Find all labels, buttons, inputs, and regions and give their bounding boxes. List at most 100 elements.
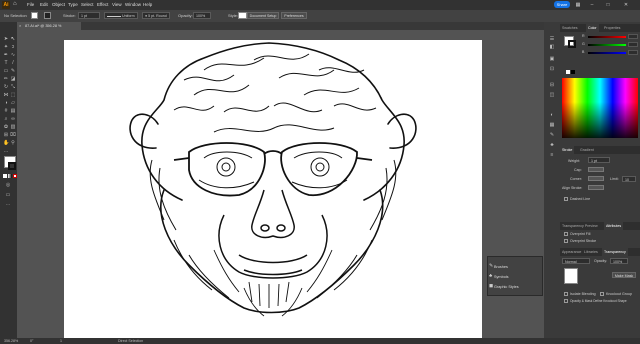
- make-mask-button[interactable]: Make Mask: [612, 272, 636, 278]
- overprint-stroke-checkbox[interactable]: [564, 239, 568, 243]
- zoom-tool-icon[interactable]: ⚲: [10, 140, 16, 146]
- opacity-mask-checkbox[interactable]: [564, 299, 568, 303]
- overprint-fill-checkbox[interactable]: [564, 232, 568, 236]
- paintbrush-icon[interactable]: ✎: [10, 68, 16, 74]
- eyedropper-icon[interactable]: ⌕: [3, 116, 9, 122]
- tab-properties[interactable]: Properties: [602, 24, 622, 32]
- corner-buttons[interactable]: [588, 176, 604, 181]
- stroke-swatch[interactable]: [44, 12, 51, 19]
- zoom-level[interactable]: 356.28%: [4, 338, 18, 344]
- menu-select[interactable]: Select: [81, 2, 94, 7]
- curvature-tool-icon[interactable]: ∿: [10, 52, 16, 58]
- tab-transparency-preview[interactable]: Transparency Preview: [560, 222, 600, 230]
- direct-selection-tool-icon[interactable]: ↖: [10, 36, 16, 42]
- maximize-icon[interactable]: □: [604, 1, 612, 9]
- menu-edit[interactable]: Edit: [40, 2, 48, 7]
- draw-mode-icon[interactable]: ◎: [5, 182, 11, 188]
- blend-icon[interactable]: ∞: [10, 116, 16, 122]
- tab-swatches[interactable]: Swatches: [560, 24, 580, 32]
- edit-toolbar-icon[interactable]: ⋯: [5, 202, 11, 208]
- rectangle-tool-icon[interactable]: ▭: [3, 68, 9, 74]
- tab-appearance[interactable]: Appearance: [560, 248, 583, 256]
- menu-view[interactable]: View: [112, 2, 122, 7]
- isolate-blending-checkbox[interactable]: [564, 292, 568, 296]
- color-spectrum[interactable]: [562, 78, 638, 138]
- document-setup-button[interactable]: Document Setup: [247, 12, 279, 19]
- canvas-area[interactable]: [17, 30, 544, 338]
- screen-mode-icon[interactable]: ▭: [5, 192, 11, 198]
- properties-icon[interactable]: ☰: [549, 36, 555, 42]
- pathfinder-icon[interactable]: ◫: [549, 92, 555, 98]
- color-mode-icon[interactable]: [3, 174, 7, 178]
- hand-tool-icon[interactable]: ✋: [3, 140, 9, 146]
- minimize-icon[interactable]: –: [588, 1, 596, 9]
- opacity-field[interactable]: 100%: [193, 12, 211, 19]
- knockout-group-checkbox[interactable]: [600, 292, 604, 296]
- color-guide-icon[interactable]: ◐: [549, 112, 555, 118]
- tab-stroke[interactable]: Stroke: [560, 146, 575, 154]
- close-icon[interactable]: ✕: [622, 1, 630, 9]
- more-tools-icon[interactable]: …: [3, 148, 9, 154]
- blend-mode-dropdown[interactable]: Normal: [562, 258, 590, 264]
- magic-wand-icon[interactable]: ✦: [3, 44, 9, 50]
- stroke-color-swatch[interactable]: [8, 162, 16, 170]
- perspective-icon[interactable]: ▱: [10, 100, 16, 106]
- document-tab[interactable]: 87.AI.ai* @ 356.28 % (RGB/Preview): [17, 22, 81, 36]
- selection-tool-icon[interactable]: ➤: [3, 36, 9, 42]
- home-icon[interactable]: ⌂: [13, 1, 17, 7]
- artboards-icon[interactable]: ⊡: [549, 66, 555, 72]
- fill-swatch[interactable]: [31, 12, 38, 19]
- menu-object[interactable]: Object: [52, 2, 65, 7]
- red-slider[interactable]: R: [582, 34, 638, 39]
- blue-slider[interactable]: B: [582, 50, 638, 55]
- mesh-icon[interactable]: #: [3, 108, 9, 114]
- limit-field[interactable]: 10: [622, 176, 636, 182]
- gradient-icon[interactable]: ▤: [10, 108, 16, 114]
- menu-type[interactable]: Type: [68, 2, 78, 7]
- stroke-panel-icon[interactable]: ≡: [549, 152, 555, 158]
- rotation-angle[interactable]: 0°: [30, 338, 33, 344]
- artboard-tool-icon[interactable]: ⊞: [3, 132, 9, 138]
- symbol-sprayer-icon[interactable]: ✿: [3, 124, 9, 130]
- tab-color[interactable]: Color: [586, 24, 599, 32]
- tab-libraries[interactable]: Libraries: [582, 248, 600, 256]
- align-stroke-buttons[interactable]: [588, 185, 604, 190]
- free-transform-icon[interactable]: ⬚: [10, 92, 16, 98]
- dashed-line-checkbox[interactable]: [564, 197, 568, 201]
- rotate-icon[interactable]: ↻: [3, 84, 9, 90]
- libraries-icon[interactable]: ▣: [549, 56, 555, 62]
- artboard[interactable]: [64, 40, 482, 338]
- tab-attributes[interactable]: Attributes: [604, 222, 624, 230]
- symbols-item[interactable]: ♣ Symbols: [489, 274, 509, 280]
- tab-close-icon[interactable]: ×: [19, 23, 21, 28]
- symbols-panel-icon[interactable]: ♣: [549, 142, 555, 148]
- color-stroke-proxy[interactable]: [568, 40, 576, 48]
- tab-transparency[interactable]: Transparency: [602, 248, 628, 256]
- layers-icon[interactable]: ◧: [549, 44, 555, 50]
- graphic-styles-item[interactable]: ◼ Graphic Styles: [489, 284, 519, 290]
- green-slider[interactable]: G: [582, 42, 638, 47]
- pen-tool-icon[interactable]: ✒: [3, 52, 9, 58]
- gradient-mode-icon[interactable]: [8, 174, 12, 178]
- width-tool-icon[interactable]: ⋈: [3, 92, 9, 98]
- line-tool-icon[interactable]: /: [10, 60, 16, 66]
- white-swatch[interactable]: [566, 70, 570, 74]
- graph-icon[interactable]: ▥: [10, 124, 16, 130]
- tab-gradient[interactable]: Gradient: [578, 146, 596, 154]
- graphic-style-picker[interactable]: [238, 12, 247, 19]
- align-icon[interactable]: ⊟: [549, 82, 555, 88]
- menu-effect[interactable]: Effect: [97, 2, 108, 7]
- opacity-field-panel[interactable]: 100%: [610, 258, 628, 264]
- slice-icon[interactable]: ⌧: [10, 132, 16, 138]
- share-button[interactable]: Share: [554, 1, 570, 8]
- menu-file[interactable]: File: [27, 2, 34, 7]
- stroke-weight-field[interactable]: 1 pt: [78, 12, 100, 19]
- cap-buttons[interactable]: [588, 167, 604, 172]
- black-swatch[interactable]: [571, 70, 575, 74]
- artboard-number[interactable]: 1: [60, 338, 62, 344]
- brush-definition-dropdown[interactable]: ● 5 pt. Round: [142, 12, 170, 19]
- brushes-icon[interactable]: ✎: [549, 132, 555, 138]
- menu-window[interactable]: Window: [125, 2, 141, 7]
- menu-help[interactable]: Help: [143, 2, 152, 7]
- shape-builder-icon[interactable]: ◑: [3, 100, 9, 106]
